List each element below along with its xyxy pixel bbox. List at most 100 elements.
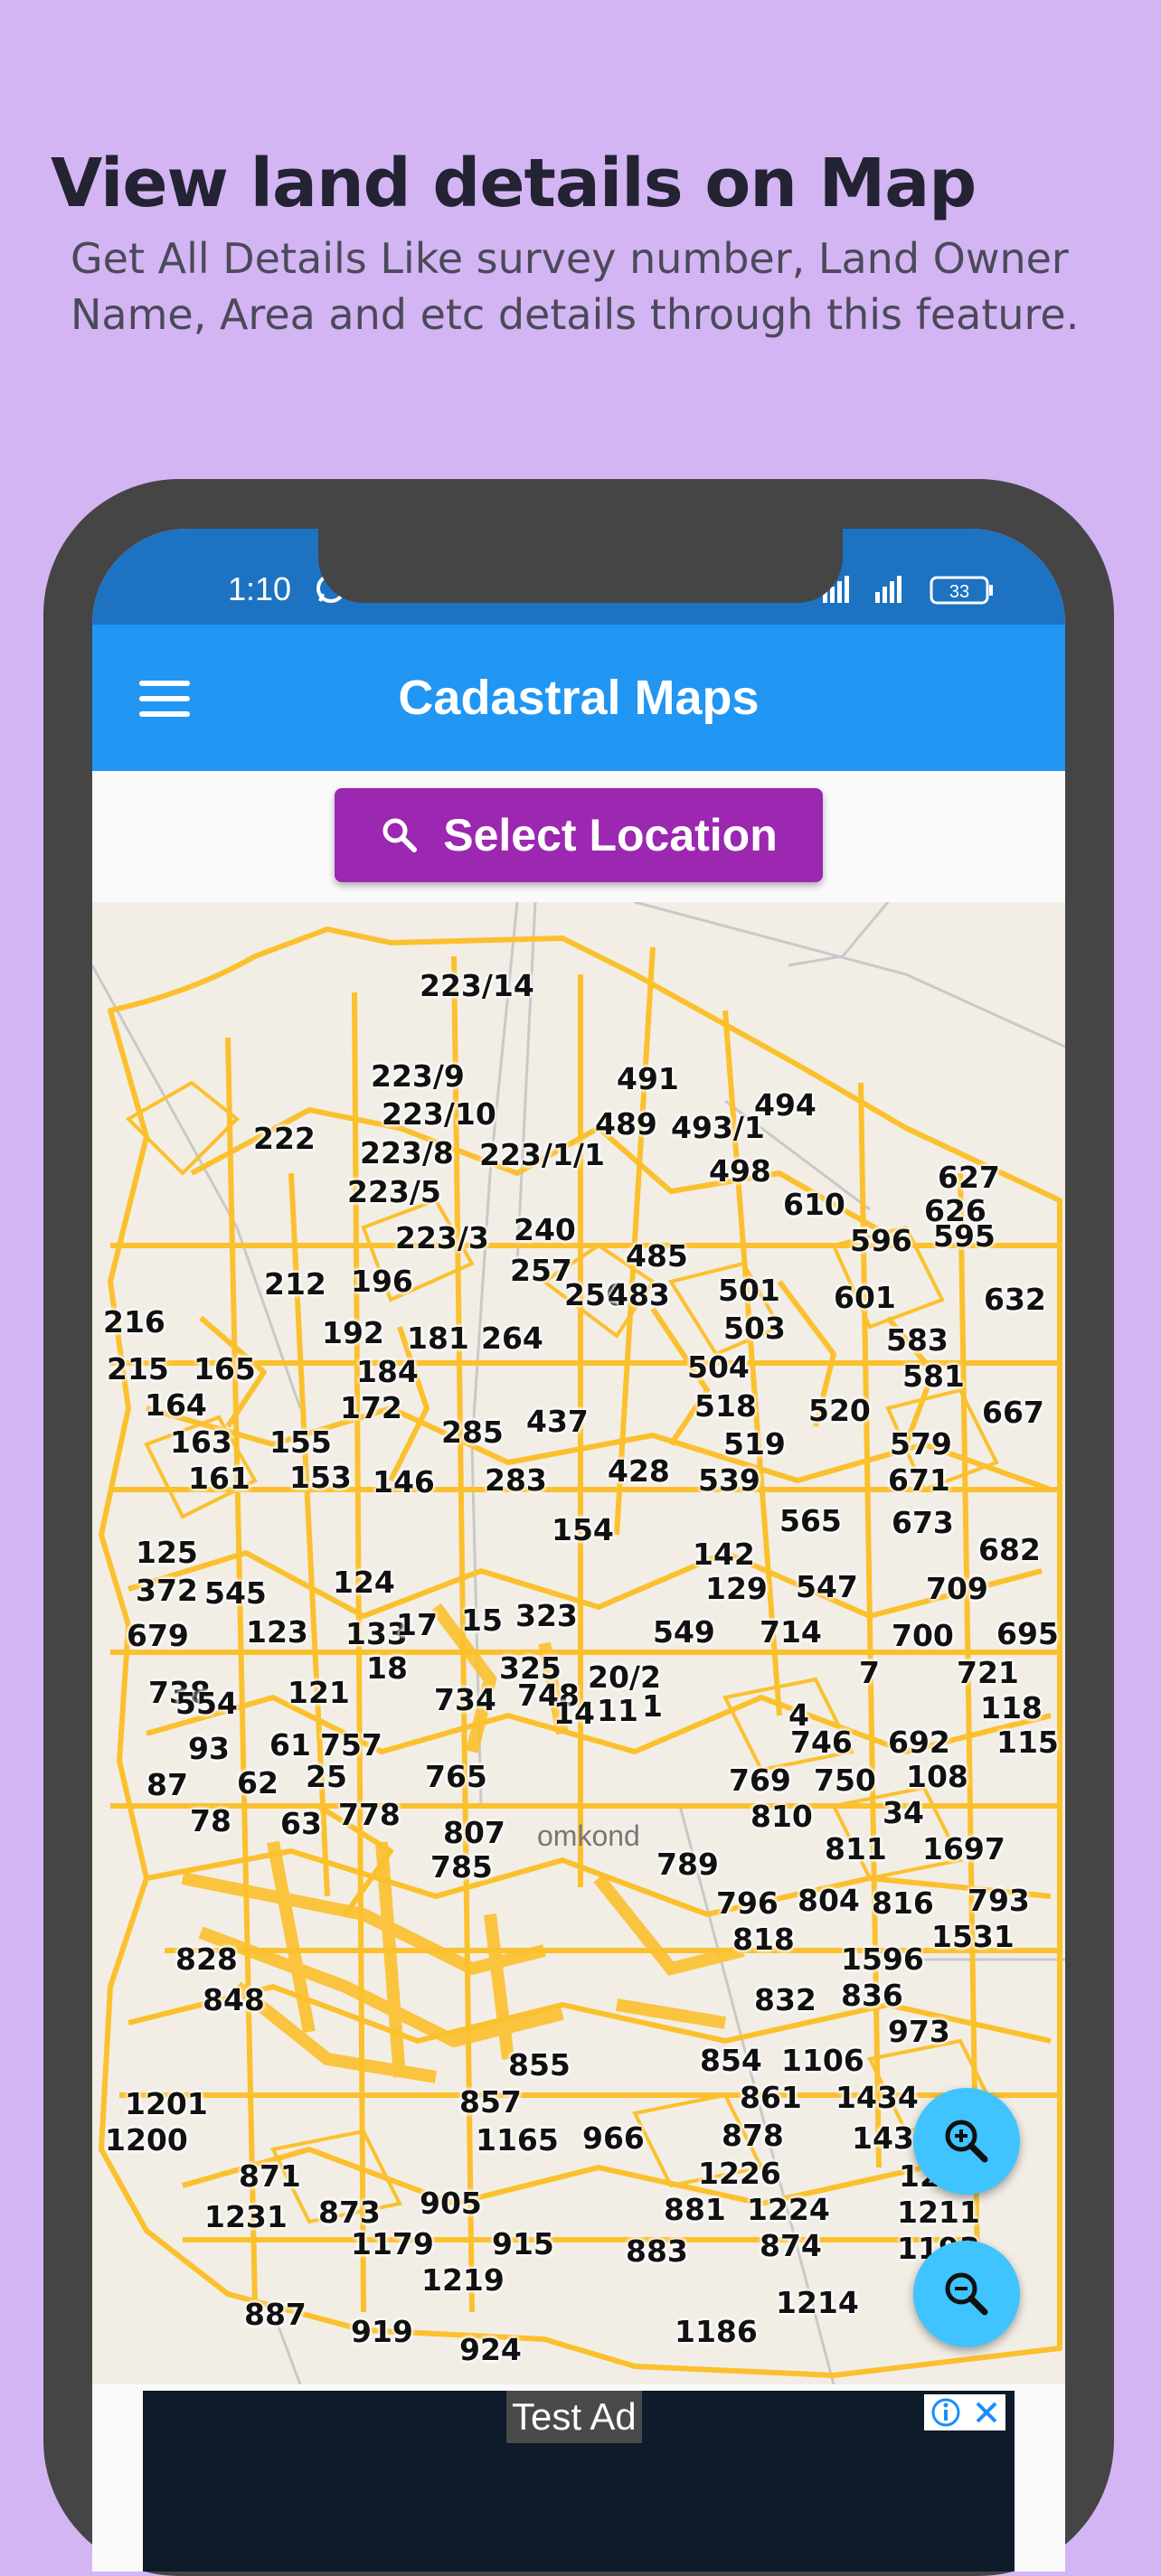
survey-number-label: 692 <box>888 1725 950 1760</box>
survey-number-label: 1531 <box>931 1919 1015 1954</box>
info-icon[interactable] <box>930 2396 962 2429</box>
survey-number-label: 700 <box>892 1618 954 1653</box>
survey-number-label: 714 <box>760 1614 822 1650</box>
survey-number-label: 503 <box>723 1311 786 1346</box>
survey-number-label: 671 <box>888 1462 950 1498</box>
survey-number-label: 7 <box>859 1655 880 1690</box>
survey-number-label: 520 <box>808 1393 871 1428</box>
survey-number-label: 778 <box>338 1797 401 1832</box>
survey-number-label: 216 <box>103 1304 165 1340</box>
survey-number-label: 878 <box>722 2118 784 2153</box>
survey-number-label: 627 <box>938 1160 1000 1195</box>
survey-number-label: 673 <box>892 1505 954 1540</box>
survey-number-label: 1596 <box>841 1941 924 1977</box>
survey-number-label: 919 <box>351 2314 413 2349</box>
survey-number-label: 596 <box>850 1223 912 1258</box>
zoom-out-icon <box>945 2272 988 2316</box>
survey-number-label: 905 <box>420 2186 482 2221</box>
select-location-button[interactable]: Select Location <box>335 788 823 882</box>
survey-number-label: 1219 <box>421 2262 505 2298</box>
survey-number-label: 924 <box>459 2332 522 2367</box>
survey-number-label: 285 <box>441 1415 504 1450</box>
survey-number-label: 547 <box>796 1569 858 1604</box>
survey-number-label: 757 <box>320 1727 382 1763</box>
survey-number-label: 129 <box>705 1571 768 1606</box>
survey-number-label: 810 <box>750 1799 813 1834</box>
survey-number-label: 836 <box>841 1978 903 2013</box>
survey-number-label: 115 <box>996 1725 1059 1760</box>
survey-number-label: 165 <box>194 1351 256 1387</box>
survey-number-label: 223/5 <box>347 1174 441 1209</box>
survey-number-label: 184 <box>356 1354 419 1389</box>
survey-number-label: 62 <box>237 1765 278 1800</box>
survey-number-label: 1226 <box>698 2156 781 2191</box>
survey-number-label: 539 <box>698 1462 760 1498</box>
survey-number-label: 554 <box>175 1686 238 1721</box>
survey-number-label: 17 <box>396 1607 438 1642</box>
survey-number-label: 1697 <box>922 1831 1005 1866</box>
survey-number-label: 93 <box>188 1731 230 1766</box>
survey-number-label: 504 <box>687 1349 750 1385</box>
zoom-in-button[interactable] <box>913 2088 1020 2195</box>
survey-number-label: 883 <box>626 2233 688 2269</box>
ad-choices[interactable] <box>924 2394 1005 2430</box>
promo-subline: Get All Details Like survey number, Land… <box>71 234 1080 339</box>
survey-number-label: 124 <box>333 1565 395 1600</box>
survey-number-label: 161 <box>188 1461 250 1496</box>
survey-number-label: 793 <box>968 1883 1030 1918</box>
survey-number-label: 61 <box>269 1727 311 1763</box>
survey-number-label: 428 <box>608 1453 670 1489</box>
phone-screen: 1:10 33 Cadastral Maps Select Location o… <box>92 529 1065 2571</box>
ad-banner[interactable]: Test Ad <box>143 2391 1015 2571</box>
survey-number-label: 78 <box>190 1803 231 1838</box>
survey-number-label: 581 <box>902 1359 965 1394</box>
close-icon[interactable] <box>973 2399 1000 2426</box>
select-location-label: Select Location <box>443 810 778 860</box>
survey-number-label: 682 <box>978 1532 1041 1567</box>
survey-number-label: 14 <box>553 1696 595 1731</box>
survey-number-label: 1231 <box>204 2199 288 2234</box>
zoom-out-button[interactable] <box>913 2241 1020 2347</box>
survey-number-label: 163 <box>170 1424 232 1460</box>
survey-number-label: 196 <box>351 1264 413 1299</box>
survey-number-label: 966 <box>582 2120 645 2156</box>
survey-number-label: 667 <box>982 1395 1044 1430</box>
survey-number-label: 146 <box>373 1464 435 1500</box>
app-title: Cadastral Maps <box>398 671 760 725</box>
survey-number-label: 871 <box>239 2158 301 2194</box>
survey-number-label: 721 <box>957 1655 1019 1690</box>
survey-number-label: 215 <box>107 1351 169 1387</box>
survey-number-label: 223/1/1 <box>479 1137 605 1172</box>
survey-number-label: 25 <box>306 1759 347 1794</box>
zoom-in-icon <box>945 2120 988 2163</box>
map-place-label: omkond <box>537 1819 640 1852</box>
survey-number-label: 518 <box>694 1388 757 1424</box>
survey-number-label: 804 <box>798 1883 860 1918</box>
survey-number-label: 973 <box>888 2014 950 2049</box>
battery-level: 33 <box>949 582 969 602</box>
survey-number-label: 679 <box>127 1618 189 1653</box>
survey-number-label: 915 <box>492 2226 554 2261</box>
survey-number-label: 789 <box>656 1847 719 1882</box>
survey-number-label: 1200 <box>105 2122 188 2158</box>
survey-number-label: 142 <box>693 1537 755 1572</box>
survey-number-label: 734 <box>434 1682 496 1717</box>
survey-number-label: 63 <box>280 1806 322 1841</box>
survey-number-label: 121 <box>288 1675 350 1710</box>
survey-number-label: 1106 <box>781 2043 864 2078</box>
survey-number-label: 828 <box>175 1941 238 1977</box>
survey-number-label: 257 <box>510 1253 572 1288</box>
survey-number-label: 483 <box>608 1277 670 1312</box>
survey-number-label: 223/9 <box>371 1058 465 1094</box>
survey-number-label: 15 <box>461 1603 503 1638</box>
survey-number-label: 437 <box>526 1404 589 1439</box>
survey-number-label: 769 <box>729 1763 791 1798</box>
ad-label: Test Ad <box>506 2391 642 2443</box>
survey-number-label: 222 <box>253 1121 316 1156</box>
survey-number-label: 283 <box>485 1462 547 1498</box>
survey-number-label: 501 <box>718 1273 780 1308</box>
survey-number-label: 192 <box>322 1315 384 1350</box>
survey-number-label: 601 <box>834 1280 896 1315</box>
survey-number-label: 695 <box>996 1616 1059 1651</box>
survey-number-label: 1179 <box>351 2226 434 2261</box>
